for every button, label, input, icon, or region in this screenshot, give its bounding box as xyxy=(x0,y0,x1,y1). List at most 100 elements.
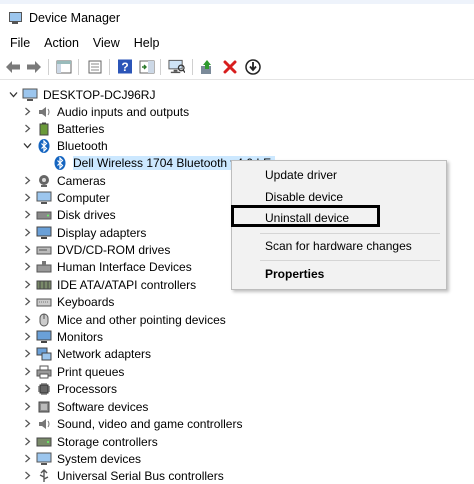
expand-chevron-icon[interactable] xyxy=(22,280,32,290)
menu-item-update-driver[interactable]: Update driver xyxy=(265,168,337,182)
network-icon xyxy=(36,347,52,361)
menu-item-properties[interactable]: Properties xyxy=(265,267,324,281)
tree-item-label: Display adapters xyxy=(57,225,147,240)
expand-chevron-icon[interactable] xyxy=(22,419,32,429)
tree-item-label: Human Interface Devices xyxy=(57,259,192,274)
tree-item[interactable]: Monitors xyxy=(22,328,103,345)
menu-item-disable-device[interactable]: Disable device xyxy=(265,190,343,204)
tree-root[interactable]: DESKTOP-DCJ96RJ xyxy=(8,86,155,103)
title-bar: Device Manager xyxy=(0,4,474,32)
action-pane-icon[interactable] xyxy=(138,58,155,75)
tree-item[interactable]: Computer xyxy=(22,189,110,206)
device-manager-icon xyxy=(8,11,22,25)
tree-item[interactable]: Disk drives xyxy=(22,206,116,223)
properties-icon[interactable] xyxy=(86,58,103,75)
expand-chevron-icon[interactable] xyxy=(22,471,32,481)
back-icon[interactable] xyxy=(4,58,21,75)
expand-chevron-icon[interactable] xyxy=(22,437,32,447)
tree-item[interactable]: IDE ATA/ATAPI controllers xyxy=(22,276,196,293)
menu-file[interactable]: File xyxy=(10,36,30,50)
expand-chevron-icon[interactable] xyxy=(22,245,32,255)
tree-item-label: Monitors xyxy=(57,329,104,344)
expand-chevron-icon[interactable] xyxy=(22,193,32,203)
expand-chevron-icon[interactable] xyxy=(22,262,32,272)
software-icon xyxy=(36,400,52,414)
tree-item-label: IDE ATA/ATAPI controllers xyxy=(57,277,197,292)
update-driver-icon[interactable] xyxy=(244,58,261,75)
tree-item[interactable]: Batteries xyxy=(22,120,104,137)
collapse-chevron-icon[interactable] xyxy=(22,141,32,151)
computer-icon xyxy=(22,88,38,102)
tree-item[interactable]: Cameras xyxy=(22,172,106,189)
tree-item-label: System devices xyxy=(57,451,142,466)
bluetooth-icon xyxy=(52,155,68,170)
tree-item[interactable]: Print queues xyxy=(22,363,124,380)
expand-chevron-icon[interactable] xyxy=(22,315,32,325)
dvd-icon xyxy=(36,243,52,257)
forward-icon[interactable] xyxy=(25,58,42,75)
expand-chevron-icon[interactable] xyxy=(22,107,32,117)
collapse-chevron-icon[interactable] xyxy=(8,90,18,100)
menu-help[interactable]: Help xyxy=(134,36,160,50)
tree-item-label: Bluetooth xyxy=(57,138,108,153)
menu-item-scan-hardware[interactable]: Scan for hardware changes xyxy=(265,239,412,253)
tree-item[interactable]: System devices xyxy=(22,450,141,467)
show-hide-tree-icon[interactable] xyxy=(55,58,72,75)
tree-item-label: Processors xyxy=(57,381,118,396)
expand-chevron-icon[interactable] xyxy=(22,228,32,238)
tree-item[interactable]: Audio inputs and outputs xyxy=(22,103,189,120)
display-icon xyxy=(36,226,52,240)
tree-item[interactable]: Human Interface Devices xyxy=(22,258,192,275)
help-icon[interactable]: ? xyxy=(116,58,133,75)
tree-item-label: Disk drives xyxy=(57,207,116,222)
expand-chevron-icon[interactable] xyxy=(22,297,32,307)
computer-icon xyxy=(36,191,52,205)
tree-item[interactable]: Storage controllers xyxy=(22,433,158,450)
expand-chevron-icon[interactable] xyxy=(22,454,32,464)
expand-chevron-icon[interactable] xyxy=(22,210,32,220)
tree-item-label: Network adapters xyxy=(57,346,152,361)
tree-item-label: Audio inputs and outputs xyxy=(57,104,190,119)
monitor-icon xyxy=(36,330,52,344)
tree-item[interactable]: Universal Serial Bus controllers xyxy=(22,467,224,484)
tree-item[interactable]: Processors xyxy=(22,380,117,397)
tree-item-label: DVD/CD-ROM drives xyxy=(57,242,171,257)
tree-item-label: Software devices xyxy=(57,399,149,414)
expand-chevron-icon[interactable] xyxy=(22,384,32,394)
tree-item[interactable]: Display adapters xyxy=(22,224,146,241)
expand-chevron-icon[interactable] xyxy=(22,124,32,134)
tree-item[interactable]: Bluetooth xyxy=(22,137,108,154)
tree-item-label: Universal Serial Bus controllers xyxy=(57,468,224,483)
usb-icon xyxy=(36,468,52,483)
ide-icon xyxy=(36,278,52,292)
uninstall-highlight-box xyxy=(231,205,380,227)
tree-item-label: Print queues xyxy=(57,364,125,379)
tree-item[interactable]: Software devices xyxy=(22,398,148,415)
expand-chevron-icon[interactable] xyxy=(22,349,32,359)
sound-icon xyxy=(36,417,52,431)
tree-root-label: DESKTOP-DCJ96RJ xyxy=(43,87,156,102)
menu-bar: File Action View Help xyxy=(0,32,474,54)
window-title: Device Manager xyxy=(29,11,121,25)
scan-hardware-icon[interactable] xyxy=(168,58,185,75)
tree-item[interactable]: Network adapters xyxy=(22,345,151,362)
menu-action[interactable]: Action xyxy=(44,36,79,50)
tree-item-label: Sound, video and game controllers xyxy=(57,416,243,431)
uninstall-x-icon[interactable] xyxy=(221,58,238,75)
expand-chevron-icon[interactable] xyxy=(22,176,32,186)
svg-text:?: ? xyxy=(121,60,128,74)
keyboard-icon xyxy=(36,295,52,309)
expand-chevron-icon[interactable] xyxy=(22,402,32,412)
tree-item-label: Storage controllers xyxy=(57,434,158,449)
expand-chevron-icon[interactable] xyxy=(22,332,32,342)
add-driver-icon[interactable] xyxy=(198,58,215,75)
tree-item[interactable]: Sound, video and game controllers xyxy=(22,415,242,432)
expand-chevron-icon[interactable] xyxy=(22,367,32,377)
storage-icon xyxy=(36,435,52,449)
tree-item[interactable]: DVD/CD-ROM drives xyxy=(22,241,170,258)
menu-view[interactable]: View xyxy=(93,36,120,50)
tree-item-label: Keyboards xyxy=(57,294,115,309)
tree-item[interactable]: Keyboards xyxy=(22,293,114,310)
printer-icon xyxy=(36,365,52,379)
tree-item[interactable]: Mice and other pointing devices xyxy=(22,311,226,328)
